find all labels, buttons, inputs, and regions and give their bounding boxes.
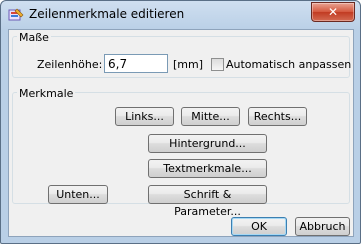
masse-group (12, 36, 350, 78)
schrift-parameter-button[interactable]: Schrift & Parameter... (148, 185, 267, 218)
mitte-button[interactable]: Mitte... (181, 107, 240, 126)
ok-button[interactable]: OK (231, 217, 287, 236)
title-bar[interactable]: Zeilenmerkmale editieren ✕ (1, 1, 360, 29)
window-title: Zeilenmerkmale editieren (29, 7, 185, 21)
cancel-button[interactable]: Abbruch (295, 217, 350, 236)
merkmale-group-title: Merkmale (17, 87, 76, 100)
textmerkmale-button[interactable]: Textmerkmale... (148, 159, 267, 178)
unten-button[interactable]: Unten... (48, 185, 108, 204)
auto-adjust-label[interactable]: Automatisch anpassen (226, 58, 351, 71)
dialog-client-area: Maße Zeilenhöhe: [mm] Automatisch anpass… (8, 29, 354, 237)
close-icon: ✕ (327, 5, 339, 19)
masse-group-title: Maße (17, 31, 51, 44)
rechts-button[interactable]: Rechts... (248, 107, 307, 126)
links-button[interactable]: Links... (115, 107, 174, 126)
hintergrund-button[interactable]: Hintergrund... (148, 134, 267, 153)
dialog-window: Zeilenmerkmale editieren ✕ Maße Zeilenhö… (0, 0, 361, 244)
unit-label: [mm] (173, 58, 204, 71)
app-icon (8, 8, 24, 21)
close-button[interactable]: ✕ (311, 2, 355, 22)
line-height-label: Zeilenhöhe: (37, 58, 103, 71)
line-height-input[interactable] (104, 54, 168, 73)
auto-adjust-checkbox[interactable] (211, 58, 224, 71)
